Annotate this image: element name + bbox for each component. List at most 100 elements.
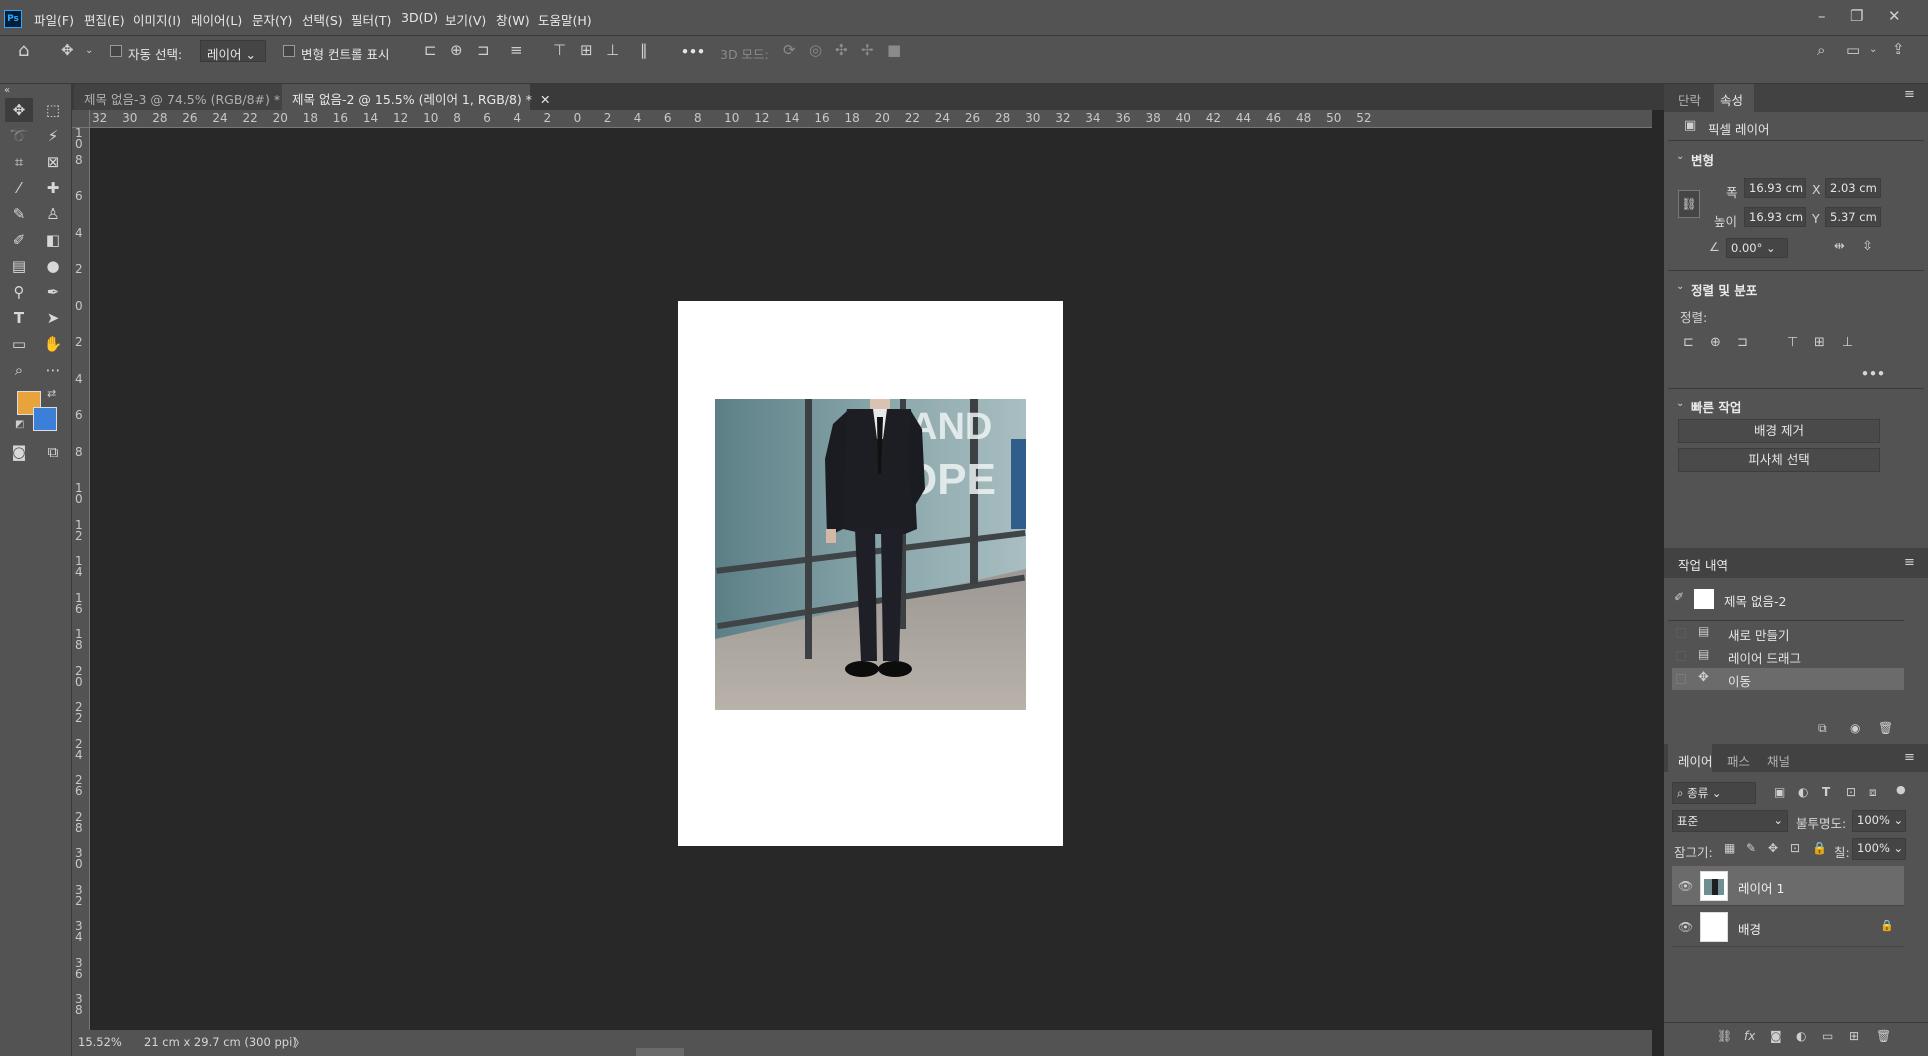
panel-menu-icon[interactable]: ≡ bbox=[1904, 556, 1915, 569]
3d-camera-icon[interactable]: ■ bbox=[887, 43, 901, 58]
link-layers-icon[interactable]: ⛓ bbox=[1717, 1030, 1732, 1042]
tab-paths[interactable]: 패스 bbox=[1727, 751, 1750, 770]
align-left-icon[interactable]: ⊏ bbox=[1683, 336, 1694, 349]
layer-1-photo[interactable]: AND OPE bbox=[715, 399, 1026, 710]
layer-name[interactable]: 배경 bbox=[1738, 919, 1761, 938]
chevron-down-icon[interactable]: ⌄ bbox=[1676, 399, 1684, 409]
status-menu-arrow[interactable]: 〉 bbox=[294, 1035, 306, 1051]
panel-menu-icon[interactable]: ≡ bbox=[1904, 751, 1915, 764]
move-tool-icon[interactable]: ✥ bbox=[5, 98, 33, 122]
layer-row[interactable]: 👁 배경 🔒 bbox=[1672, 907, 1904, 947]
history-panel-title[interactable]: 작업 내역 bbox=[1678, 555, 1728, 574]
align-right-icon[interactable]: ⊐ bbox=[477, 43, 490, 58]
blend-mode-dropdown[interactable]: 표준 ⌄ bbox=[1672, 810, 1788, 832]
new-document-from-state-icon[interactable]: ⧉ bbox=[1818, 722, 1827, 734]
tab-document-2[interactable]: 제목 없음-2 @ 15.5% (레이어 1, RGB/8) * ✕ bbox=[282, 84, 551, 110]
hand-tool-icon[interactable]: ✋ bbox=[39, 332, 67, 356]
menu-image[interactable]: 이미지(I) bbox=[133, 10, 181, 29]
fill-field[interactable]: 100% ⌄ bbox=[1852, 838, 1906, 860]
layer-name[interactable]: 레이어 1 bbox=[1738, 878, 1784, 897]
menu-window[interactable]: 창(W) bbox=[496, 10, 530, 29]
filter-smart-object-icon[interactable]: ⧈ bbox=[1869, 786, 1877, 798]
eye-icon[interactable]: 👁 bbox=[1678, 921, 1693, 933]
history-item[interactable]: ▤ 새로 만들기 bbox=[1672, 622, 1904, 644]
close-tab-icon[interactable]: ✕ bbox=[540, 92, 550, 107]
filter-adjustment-icon[interactable]: ◐ bbox=[1798, 786, 1808, 798]
history-snapshot[interactable]: ✐ 제목 없음-2 bbox=[1672, 588, 1904, 610]
menu-filter[interactable]: 필터(T) bbox=[351, 10, 391, 29]
share-icon[interactable]: ⇪ bbox=[1892, 42, 1905, 57]
gradient-tool-icon[interactable]: ▤ bbox=[5, 254, 33, 278]
flip-vertical-icon[interactable]: ⇳ bbox=[1862, 240, 1873, 253]
lock-position-icon[interactable]: ✥ bbox=[1768, 842, 1778, 854]
screen-mode-icon[interactable]: ⧉ bbox=[39, 440, 67, 464]
lock-all-icon[interactable]: 🔒 bbox=[1812, 842, 1827, 854]
auto-select-target-dropdown[interactable]: 레이어 ⌄ bbox=[200, 40, 266, 62]
tab-channels[interactable]: 채널 bbox=[1767, 751, 1790, 770]
y-field[interactable]: 5.37 cm bbox=[1825, 207, 1881, 227]
crop-tool-icon[interactable]: ⌗ bbox=[5, 150, 33, 174]
history-item[interactable]: ▤ 레이어 드래그 bbox=[1672, 645, 1904, 667]
menu-file[interactable]: 파일(F) bbox=[34, 10, 74, 29]
blur-tool-icon[interactable]: ● bbox=[39, 254, 67, 278]
move-tool-icon[interactable]: ✥ bbox=[61, 43, 74, 58]
healing-brush-icon[interactable]: ✚ bbox=[39, 176, 67, 200]
lock-transparency-icon[interactable]: ▦ bbox=[1724, 842, 1735, 854]
new-layer-icon[interactable]: ⊞ bbox=[1849, 1030, 1859, 1042]
panel-menu-icon[interactable]: ≡ bbox=[1904, 88, 1915, 101]
tab-properties[interactable]: 속성 bbox=[1720, 90, 1743, 109]
eyedropper-icon[interactable]: ⁄ bbox=[5, 176, 33, 200]
filter-toggle-icon[interactable]: ● bbox=[1896, 784, 1906, 795]
restore-icon[interactable]: ❐ bbox=[1850, 7, 1863, 25]
3d-pan-icon[interactable]: ✣ bbox=[835, 43, 848, 58]
stamp-tool-icon[interactable]: ♙ bbox=[39, 202, 67, 226]
type-tool-icon[interactable]: T bbox=[5, 306, 33, 330]
align-center-icon[interactable]: ⊕ bbox=[1710, 336, 1721, 349]
more-align-options[interactable]: ••• bbox=[1861, 366, 1885, 381]
opacity-field[interactable]: 100% ⌄ bbox=[1852, 810, 1906, 832]
3d-roll-icon[interactable]: ◎ bbox=[809, 43, 822, 58]
tab-document-3[interactable]: 제목 없음-3 @ 74.5% (RGB/8#) * ✕ bbox=[74, 84, 299, 110]
history-item-active[interactable]: ✥ 이동 bbox=[1672, 668, 1904, 690]
align-top-icon[interactable]: ⊤ bbox=[553, 43, 566, 58]
align-center-icon[interactable]: ⊕ bbox=[450, 43, 463, 58]
align-middle-icon[interactable]: ⊞ bbox=[580, 43, 593, 58]
history-brush-source-icon[interactable]: ✐ bbox=[1674, 591, 1684, 603]
path-select-icon[interactable]: ➤ bbox=[39, 306, 67, 330]
history-source-box[interactable] bbox=[1676, 651, 1686, 661]
flip-horizontal-icon[interactable]: ⇹ bbox=[1834, 240, 1845, 253]
auto-select-checkbox[interactable] bbox=[110, 45, 122, 57]
menu-help[interactable]: 도움말(H) bbox=[538, 10, 592, 29]
history-brush-icon[interactable]: ✐ bbox=[5, 228, 33, 252]
link-icon[interactable]: ⛓ bbox=[1678, 190, 1700, 218]
align-left-icon[interactable]: ⊏ bbox=[424, 43, 437, 58]
swap-colors-icon[interactable]: ⇄ bbox=[47, 388, 56, 399]
tab-paragraph[interactable]: 단락 bbox=[1678, 90, 1701, 109]
trash-icon[interactable]: 🗑 bbox=[1876, 1030, 1891, 1042]
distribute-vertical-icon[interactable]: ‖ bbox=[640, 43, 648, 58]
trash-icon[interactable]: 🗑 bbox=[1878, 722, 1893, 734]
select-subject-button[interactable]: 피사체 선택 bbox=[1678, 448, 1880, 472]
3d-slide-icon[interactable]: ✢ bbox=[861, 43, 874, 58]
zoom-level[interactable]: 15.52% bbox=[78, 1035, 122, 1049]
align-bottom-icon[interactable]: ⊥ bbox=[606, 43, 619, 58]
background-color-swatch[interactable] bbox=[33, 407, 57, 431]
filter-pixel-icon[interactable]: ▣ bbox=[1774, 786, 1785, 798]
home-icon[interactable]: ⌂ bbox=[18, 42, 29, 60]
more-tools-icon[interactable]: ⋯ bbox=[39, 358, 67, 382]
distribute-icon[interactable]: ≡ bbox=[510, 43, 523, 58]
minimize-icon[interactable]: – bbox=[1818, 7, 1826, 25]
menu-view[interactable]: 보기(V) bbox=[445, 10, 486, 29]
menu-3d[interactable]: 3D(D) bbox=[401, 10, 438, 25]
height-field[interactable]: 16.93 cm bbox=[1744, 207, 1806, 227]
eraser-tool-icon[interactable]: ◧ bbox=[39, 228, 67, 252]
workspace-icon[interactable]: ▭ bbox=[1846, 43, 1860, 58]
rectangle-tool-icon[interactable]: ▭ bbox=[5, 332, 33, 356]
history-source-box[interactable] bbox=[1676, 674, 1686, 684]
history-source-box[interactable] bbox=[1676, 628, 1686, 638]
align-top-icon[interactable]: ⊤ bbox=[1787, 336, 1798, 349]
menu-select[interactable]: 선택(S) bbox=[302, 10, 343, 29]
more-options-button[interactable]: ••• bbox=[681, 44, 705, 59]
lasso-tool-icon[interactable]: ➰ bbox=[5, 124, 33, 148]
chevron-down-icon[interactable]: ⌄ bbox=[1676, 152, 1684, 162]
